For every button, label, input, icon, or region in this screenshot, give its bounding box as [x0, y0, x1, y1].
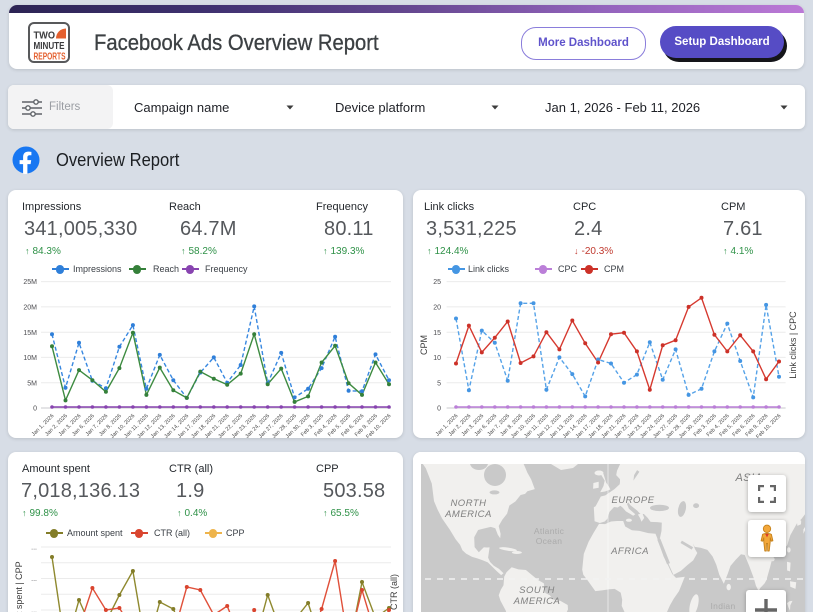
svg-text:Ocean: Ocean [536, 536, 563, 546]
svg-text:25M: 25M [23, 279, 37, 286]
svg-text:REPORTS: REPORTS [34, 51, 66, 63]
svg-text:20M: 20M [23, 305, 37, 312]
svg-text:Link clicks | CPC: Link clicks | CPC [788, 311, 798, 379]
svg-text:...: ... [31, 576, 37, 583]
svg-text:15: 15 [433, 330, 441, 337]
svg-text:5M: 5M [27, 380, 37, 387]
svg-text:Indian: Indian [711, 601, 736, 611]
svg-text:AMERICA: AMERICA [444, 509, 492, 520]
svg-text:...: ... [31, 608, 37, 612]
svg-text:EUROPE: EUROPE [611, 495, 654, 506]
svg-text:0: 0 [33, 406, 37, 413]
svg-text:...: ... [31, 545, 37, 552]
svg-text:Atlantic: Atlantic [534, 526, 565, 536]
svg-text:CPM: CPM [419, 335, 429, 355]
svg-text:0: 0 [437, 406, 441, 413]
svg-text:15M: 15M [23, 330, 37, 337]
svg-text:AMERICA: AMERICA [513, 596, 561, 607]
svg-text:NORTH: NORTH [450, 498, 486, 509]
svg-text:Amount spent | CPP: Amount spent | CPP [14, 561, 24, 612]
svg-text:CTR (all): CTR (all) [389, 574, 399, 610]
svg-text:AFRICA: AFRICA [610, 546, 649, 557]
svg-text:SOUTH: SOUTH [519, 585, 555, 596]
svg-text:20: 20 [433, 305, 441, 312]
svg-text:25: 25 [433, 279, 441, 286]
svg-text:10: 10 [433, 355, 441, 362]
svg-text:5: 5 [437, 380, 441, 387]
svg-text:10M: 10M [23, 355, 37, 362]
